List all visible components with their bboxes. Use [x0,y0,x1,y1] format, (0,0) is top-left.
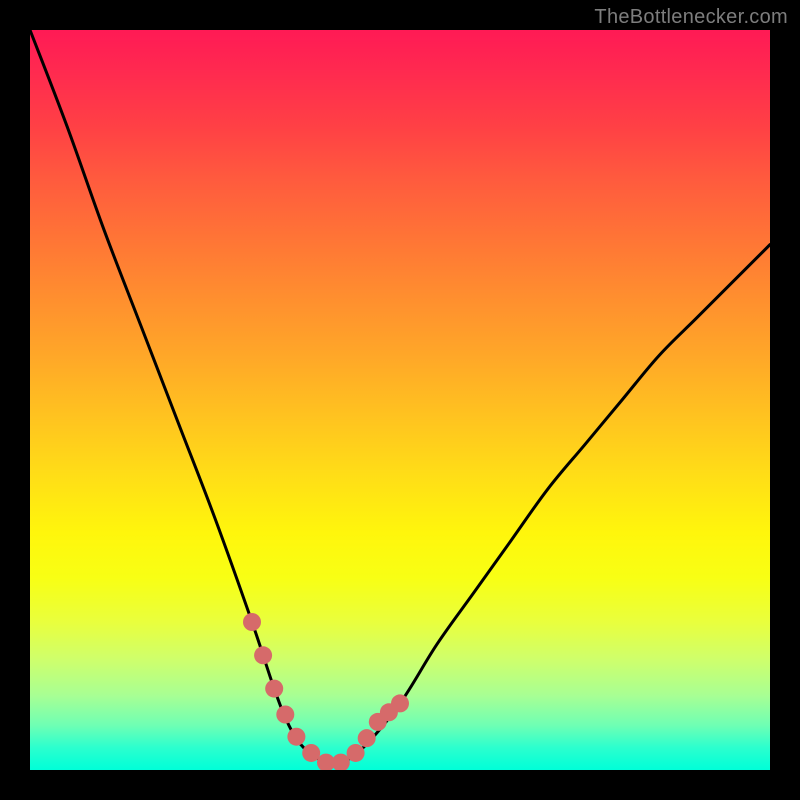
highlight-marker [358,729,376,747]
curve-layer [30,30,770,770]
highlight-marker [302,744,320,762]
watermark-text: TheBottlenecker.com [594,6,788,29]
highlight-marker [287,728,305,746]
highlight-marker [243,613,261,631]
bottleneck-curve [30,30,770,765]
highlight-marker [347,744,365,762]
highlight-marker [391,694,409,712]
highlight-marker [276,706,294,724]
chart-frame: TheBottlenecker.com [0,0,800,800]
plot-area [30,30,770,770]
highlight-marker [265,680,283,698]
highlight-marker [254,646,272,664]
highlight-marker [332,754,350,770]
